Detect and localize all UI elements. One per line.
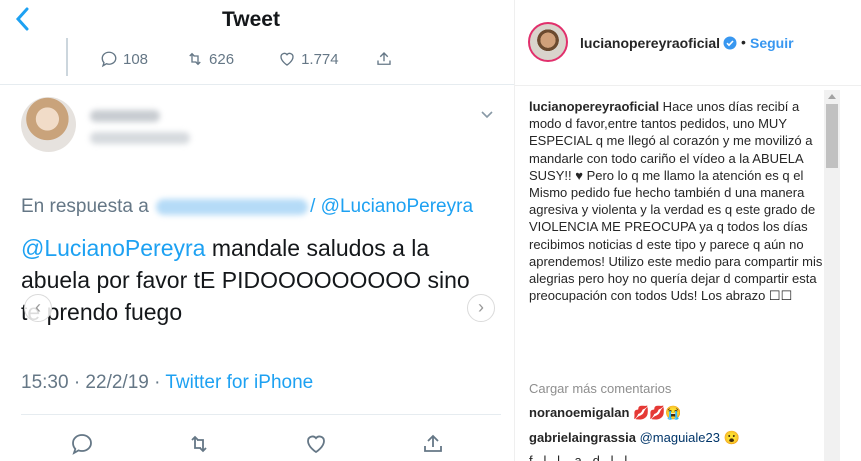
retweet-stat[interactable]: 626 bbox=[186, 50, 234, 68]
blurred-handle bbox=[90, 132, 190, 144]
divider bbox=[0, 84, 514, 85]
like-stat[interactable]: 1.774 bbox=[278, 50, 339, 68]
tweet-text: @LucianoPereyra mandale saludos a la abu… bbox=[21, 232, 491, 328]
retweet-icon bbox=[189, 52, 201, 66]
heart-icon bbox=[280, 52, 294, 66]
chevron-left-icon bbox=[15, 7, 29, 31]
carousel-next-button[interactable]: › bbox=[467, 294, 495, 322]
chevron-down-icon[interactable] bbox=[480, 108, 494, 122]
reply-mention-link[interactable]: / @LucianoPereyra bbox=[310, 196, 473, 217]
comment-username[interactable]: gabrielaingrassia bbox=[529, 430, 636, 445]
carousel-prev-button[interactable]: ‹ bbox=[24, 294, 52, 322]
reply-count: 108 bbox=[123, 50, 149, 68]
tweet-panel: Tweet 108 626 1.774 En respuesta a / @Lu… bbox=[0, 0, 514, 461]
share-stat[interactable] bbox=[375, 50, 393, 68]
heart-icon[interactable] bbox=[304, 432, 328, 456]
comment-username[interactable]: noranoemigalan bbox=[529, 405, 629, 420]
blurred-display-name bbox=[90, 110, 160, 122]
avatar[interactable] bbox=[528, 22, 568, 62]
follow-button[interactable]: Seguir bbox=[750, 35, 794, 51]
load-more-comments-link[interactable]: Cargar más comentarios bbox=[529, 381, 671, 396]
comment-text: f...l...l....a...d...l...l bbox=[529, 453, 628, 461]
post-username[interactable]: lucianopereyraoficial bbox=[580, 35, 720, 51]
page-title: Tweet bbox=[222, 8, 280, 31]
comment-mention-link[interactable]: @maguiale23 bbox=[640, 430, 720, 445]
caption-username[interactable]: lucianopereyraoficial bbox=[529, 99, 659, 114]
blurred-mention bbox=[156, 198, 309, 215]
scrollbar-thumb[interactable] bbox=[826, 104, 838, 168]
comment-item-partial: f...l...l....a...d...l...l bbox=[529, 453, 809, 461]
tweet-timestamp: 15:30 · 22/2/19 · bbox=[21, 372, 161, 393]
back-button[interactable] bbox=[14, 6, 30, 39]
instagram-panel: lucianopereyraoficial • Seguir lucianope… bbox=[514, 0, 861, 461]
verified-badge-icon bbox=[723, 36, 737, 50]
comment-text: 💋💋😭 bbox=[629, 405, 682, 420]
share-icon bbox=[376, 52, 391, 65]
comment-item: gabrielaingrassia @maguiale23 😮 bbox=[529, 430, 740, 446]
divider bbox=[21, 414, 501, 415]
retweet-icon[interactable] bbox=[187, 432, 211, 456]
tweet-source-link[interactable]: Twitter for iPhone bbox=[165, 372, 313, 393]
post-caption: lucianopereyraoficial Hace unos días rec… bbox=[529, 98, 834, 304]
retweet-count: 626 bbox=[209, 50, 235, 68]
screenshot-root: Tweet 108 626 1.774 En respuesta a / @Lu… bbox=[0, 0, 861, 461]
scroll-up-arrow-icon[interactable] bbox=[827, 92, 837, 100]
tweet-actions bbox=[0, 430, 514, 460]
previous-tweet-stats: 108 626 1.774 bbox=[100, 50, 393, 68]
reply-icon[interactable] bbox=[70, 432, 94, 456]
share-icon[interactable] bbox=[421, 432, 445, 456]
reply-context: En respuesta a / @LucianoPereyra bbox=[21, 196, 473, 218]
avatar[interactable] bbox=[21, 97, 76, 152]
post-header: lucianopereyraoficial • Seguir bbox=[515, 0, 861, 86]
tweet-mention-link[interactable]: @LucianoPereyra bbox=[21, 235, 205, 261]
caption-text: Hace unos días recibí a modo d favor,ent… bbox=[529, 99, 823, 304]
reply-prefix: En respuesta a bbox=[21, 196, 149, 217]
separator-dot: • bbox=[741, 34, 746, 50]
comment-item: noranoemigalan 💋💋😭 bbox=[529, 405, 682, 421]
thread-line bbox=[66, 38, 68, 76]
tweet-meta: 15:30 · 22/2/19 · Twitter for iPhone bbox=[21, 372, 313, 394]
like-count: 1.774 bbox=[301, 50, 339, 68]
comment-text: 😮 bbox=[720, 430, 740, 445]
reply-icon bbox=[101, 51, 117, 68]
reply-stat[interactable]: 108 bbox=[100, 50, 148, 68]
